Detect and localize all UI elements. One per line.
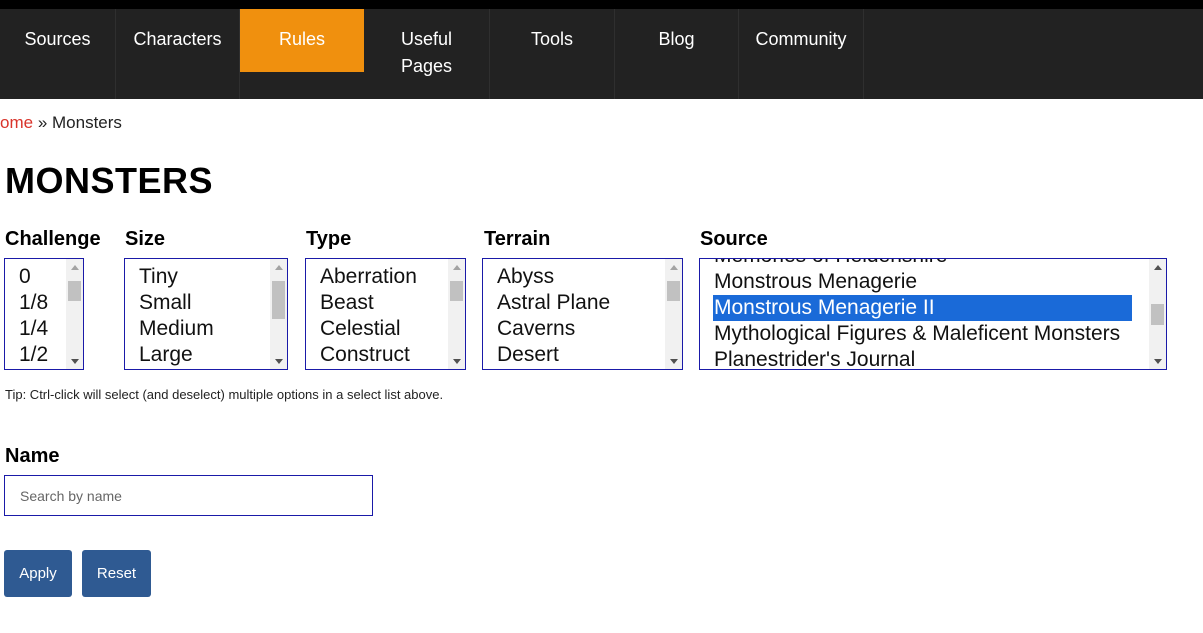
terrain-option[interactable]: Astral Plane [497,290,664,316]
type-select[interactable]: Aberration Beast Celestial Construct [305,258,466,370]
scrollbar-thumb[interactable] [68,281,81,301]
source-option-selected[interactable]: Monstrous Menagerie II [713,295,1132,321]
nav-item-label: Community [755,29,847,49]
size-label: Size [125,228,166,250]
challenge-scrollbar[interactable] [66,259,83,369]
nav-item-label: Blog [658,29,695,49]
type-option[interactable]: Aberration [320,264,447,290]
nav-item-label: Characters [133,29,222,49]
scroll-up-arrow-icon[interactable] [1149,259,1166,276]
scroll-down-arrow-icon[interactable] [66,352,83,369]
nav-item-community[interactable]: Community [739,9,864,99]
scroll-up-arrow-icon[interactable] [448,259,465,276]
source-label: Source [700,228,768,250]
terrain-option[interactable]: Desert [497,342,664,368]
nav-item-label: Sources [24,29,91,49]
nav-item-useful-pages[interactable]: Useful Pages [364,9,490,99]
scroll-down-arrow-icon[interactable] [665,352,682,369]
scroll-up-arrow-icon[interactable] [66,259,83,276]
name-search-input[interactable] [4,475,373,516]
size-option[interactable]: Medium [139,316,269,342]
type-label: Type [306,228,352,250]
size-option[interactable]: Large [139,342,269,368]
nav-item-label: Rules [278,29,326,49]
terrain-option[interactable]: Caverns [497,316,664,342]
nav-item-rules[interactable]: Rules [240,9,364,72]
main-nav: Sources Characters Rules Useful Pages To… [0,9,1203,99]
nav-item-sources[interactable]: Sources [0,9,116,99]
source-option[interactable]: Monstrous Menagerie [714,269,1132,295]
scroll-up-arrow-icon[interactable] [270,259,287,276]
type-option[interactable]: Beast [320,290,447,316]
size-option[interactable]: Small [139,290,269,316]
scroll-down-arrow-icon[interactable] [448,352,465,369]
name-label: Name [5,445,60,467]
nav-item-tools[interactable]: Tools [490,9,615,99]
breadcrumb-separator: » [37,113,48,132]
challenge-select[interactable]: 0 1/8 1/4 1/2 [4,258,84,370]
terrain-option[interactable]: Abyss [497,264,664,290]
challenge-option[interactable]: 0 [19,264,65,290]
size-select[interactable]: Tiny Small Medium Large [124,258,288,370]
top-border [0,0,1203,9]
breadcrumb-home-link[interactable]: ome [0,113,33,132]
source-select[interactable]: Memories of Heldenshire Monstrous Menage… [699,258,1167,370]
terrain-scrollbar[interactable] [665,259,682,369]
nav-item-label: Tools [530,29,574,49]
source-scrollbar[interactable] [1149,259,1166,369]
scroll-down-arrow-icon[interactable] [1149,352,1166,369]
size-option[interactable]: Tiny [139,264,269,290]
source-option[interactable]: Memories of Heldenshire [714,259,1132,269]
size-scrollbar[interactable] [270,259,287,369]
breadcrumb-current: Monsters [52,113,122,132]
type-option[interactable]: Celestial [320,316,447,342]
breadcrumb: ome » Monsters [0,113,122,133]
scroll-down-arrow-icon[interactable] [270,352,287,369]
scrollbar-thumb[interactable] [667,281,680,301]
type-scrollbar[interactable] [448,259,465,369]
challenge-label: Challenge [5,228,101,250]
challenge-option[interactable]: 1/4 [19,316,65,342]
source-option[interactable]: Mythological Figures & Maleficent Monste… [714,321,1132,347]
nav-item-characters[interactable]: Characters [116,9,240,99]
reset-button[interactable]: Reset [82,550,151,597]
scroll-up-arrow-icon[interactable] [665,259,682,276]
terrain-label: Terrain [484,228,551,250]
terrain-select[interactable]: Abyss Astral Plane Caverns Desert [482,258,683,370]
scrollbar-thumb[interactable] [272,281,285,319]
source-option[interactable]: Planestrider's Journal [714,347,1132,369]
page-title: MONSTERS [5,160,214,201]
scrollbar-thumb[interactable] [1151,304,1164,325]
multi-select-tip: Tip: Ctrl-click will select (and deselec… [5,387,444,402]
nav-item-label: Useful Pages [400,29,453,76]
scrollbar-thumb[interactable] [450,281,463,301]
challenge-option[interactable]: 1/2 [19,342,65,368]
challenge-option[interactable]: 1/8 [19,290,65,316]
apply-button[interactable]: Apply [4,550,72,597]
type-option[interactable]: Construct [320,342,447,368]
nav-item-blog[interactable]: Blog [615,9,739,99]
